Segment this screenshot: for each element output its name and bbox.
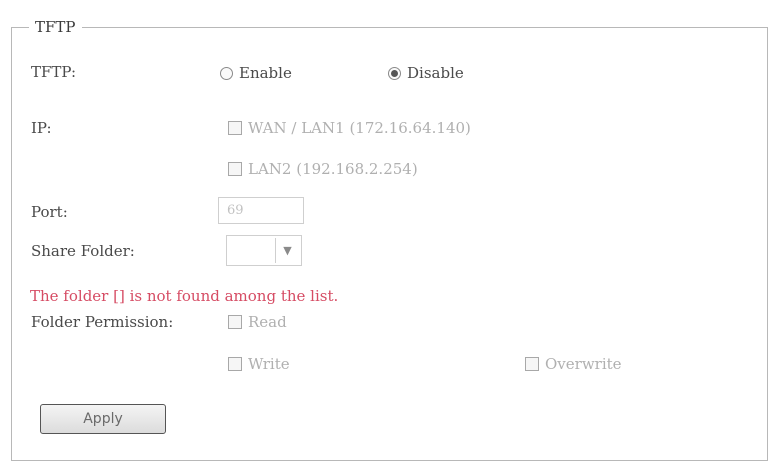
- overwrite-label: Overwrite: [545, 355, 622, 373]
- enable-label: Enable: [239, 64, 292, 82]
- disable-radio[interactable]: [388, 66, 401, 80]
- folder-permission-label: Folder Permission:: [31, 313, 174, 331]
- permission-write-option[interactable]: Write: [228, 355, 290, 373]
- apply-button[interactable]: Apply: [40, 404, 166, 434]
- ip-option-wan-lan1[interactable]: WAN / LAN1 (172.16.64.140): [228, 119, 471, 137]
- write-checkbox[interactable]: [228, 357, 242, 371]
- chevron-down-icon[interactable]: ▼: [275, 238, 299, 263]
- ip-option-lan2[interactable]: LAN2 (192.168.2.254): [228, 160, 418, 178]
- port-input[interactable]: 69: [218, 197, 304, 224]
- wan-lan1-checkbox[interactable]: [228, 121, 242, 135]
- tftp-enable-option[interactable]: Enable: [220, 64, 292, 82]
- lan2-checkbox[interactable]: [228, 162, 242, 176]
- port-label: Port:: [31, 203, 68, 221]
- tftp-legend: TFTP: [29, 18, 82, 36]
- permission-read-option[interactable]: Read: [228, 313, 287, 331]
- share-folder-label: Share Folder:: [31, 242, 135, 260]
- read-checkbox[interactable]: [228, 315, 242, 329]
- permission-overwrite-option[interactable]: Overwrite: [525, 355, 622, 373]
- disable-label: Disable: [407, 64, 464, 82]
- tftp-disable-option[interactable]: Disable: [388, 64, 464, 82]
- read-label: Read: [248, 313, 287, 331]
- share-folder-select[interactable]: ▼: [226, 235, 302, 266]
- tftp-label: TFTP:: [31, 63, 77, 81]
- wan-lan1-label: WAN / LAN1 (172.16.64.140): [248, 119, 471, 137]
- write-label: Write: [248, 355, 290, 373]
- error-message: The folder [] is not found among the lis…: [30, 287, 339, 305]
- overwrite-checkbox[interactable]: [525, 357, 539, 371]
- lan2-label: LAN2 (192.168.2.254): [248, 160, 418, 178]
- ip-label: IP:: [31, 119, 52, 137]
- enable-radio[interactable]: [220, 66, 233, 80]
